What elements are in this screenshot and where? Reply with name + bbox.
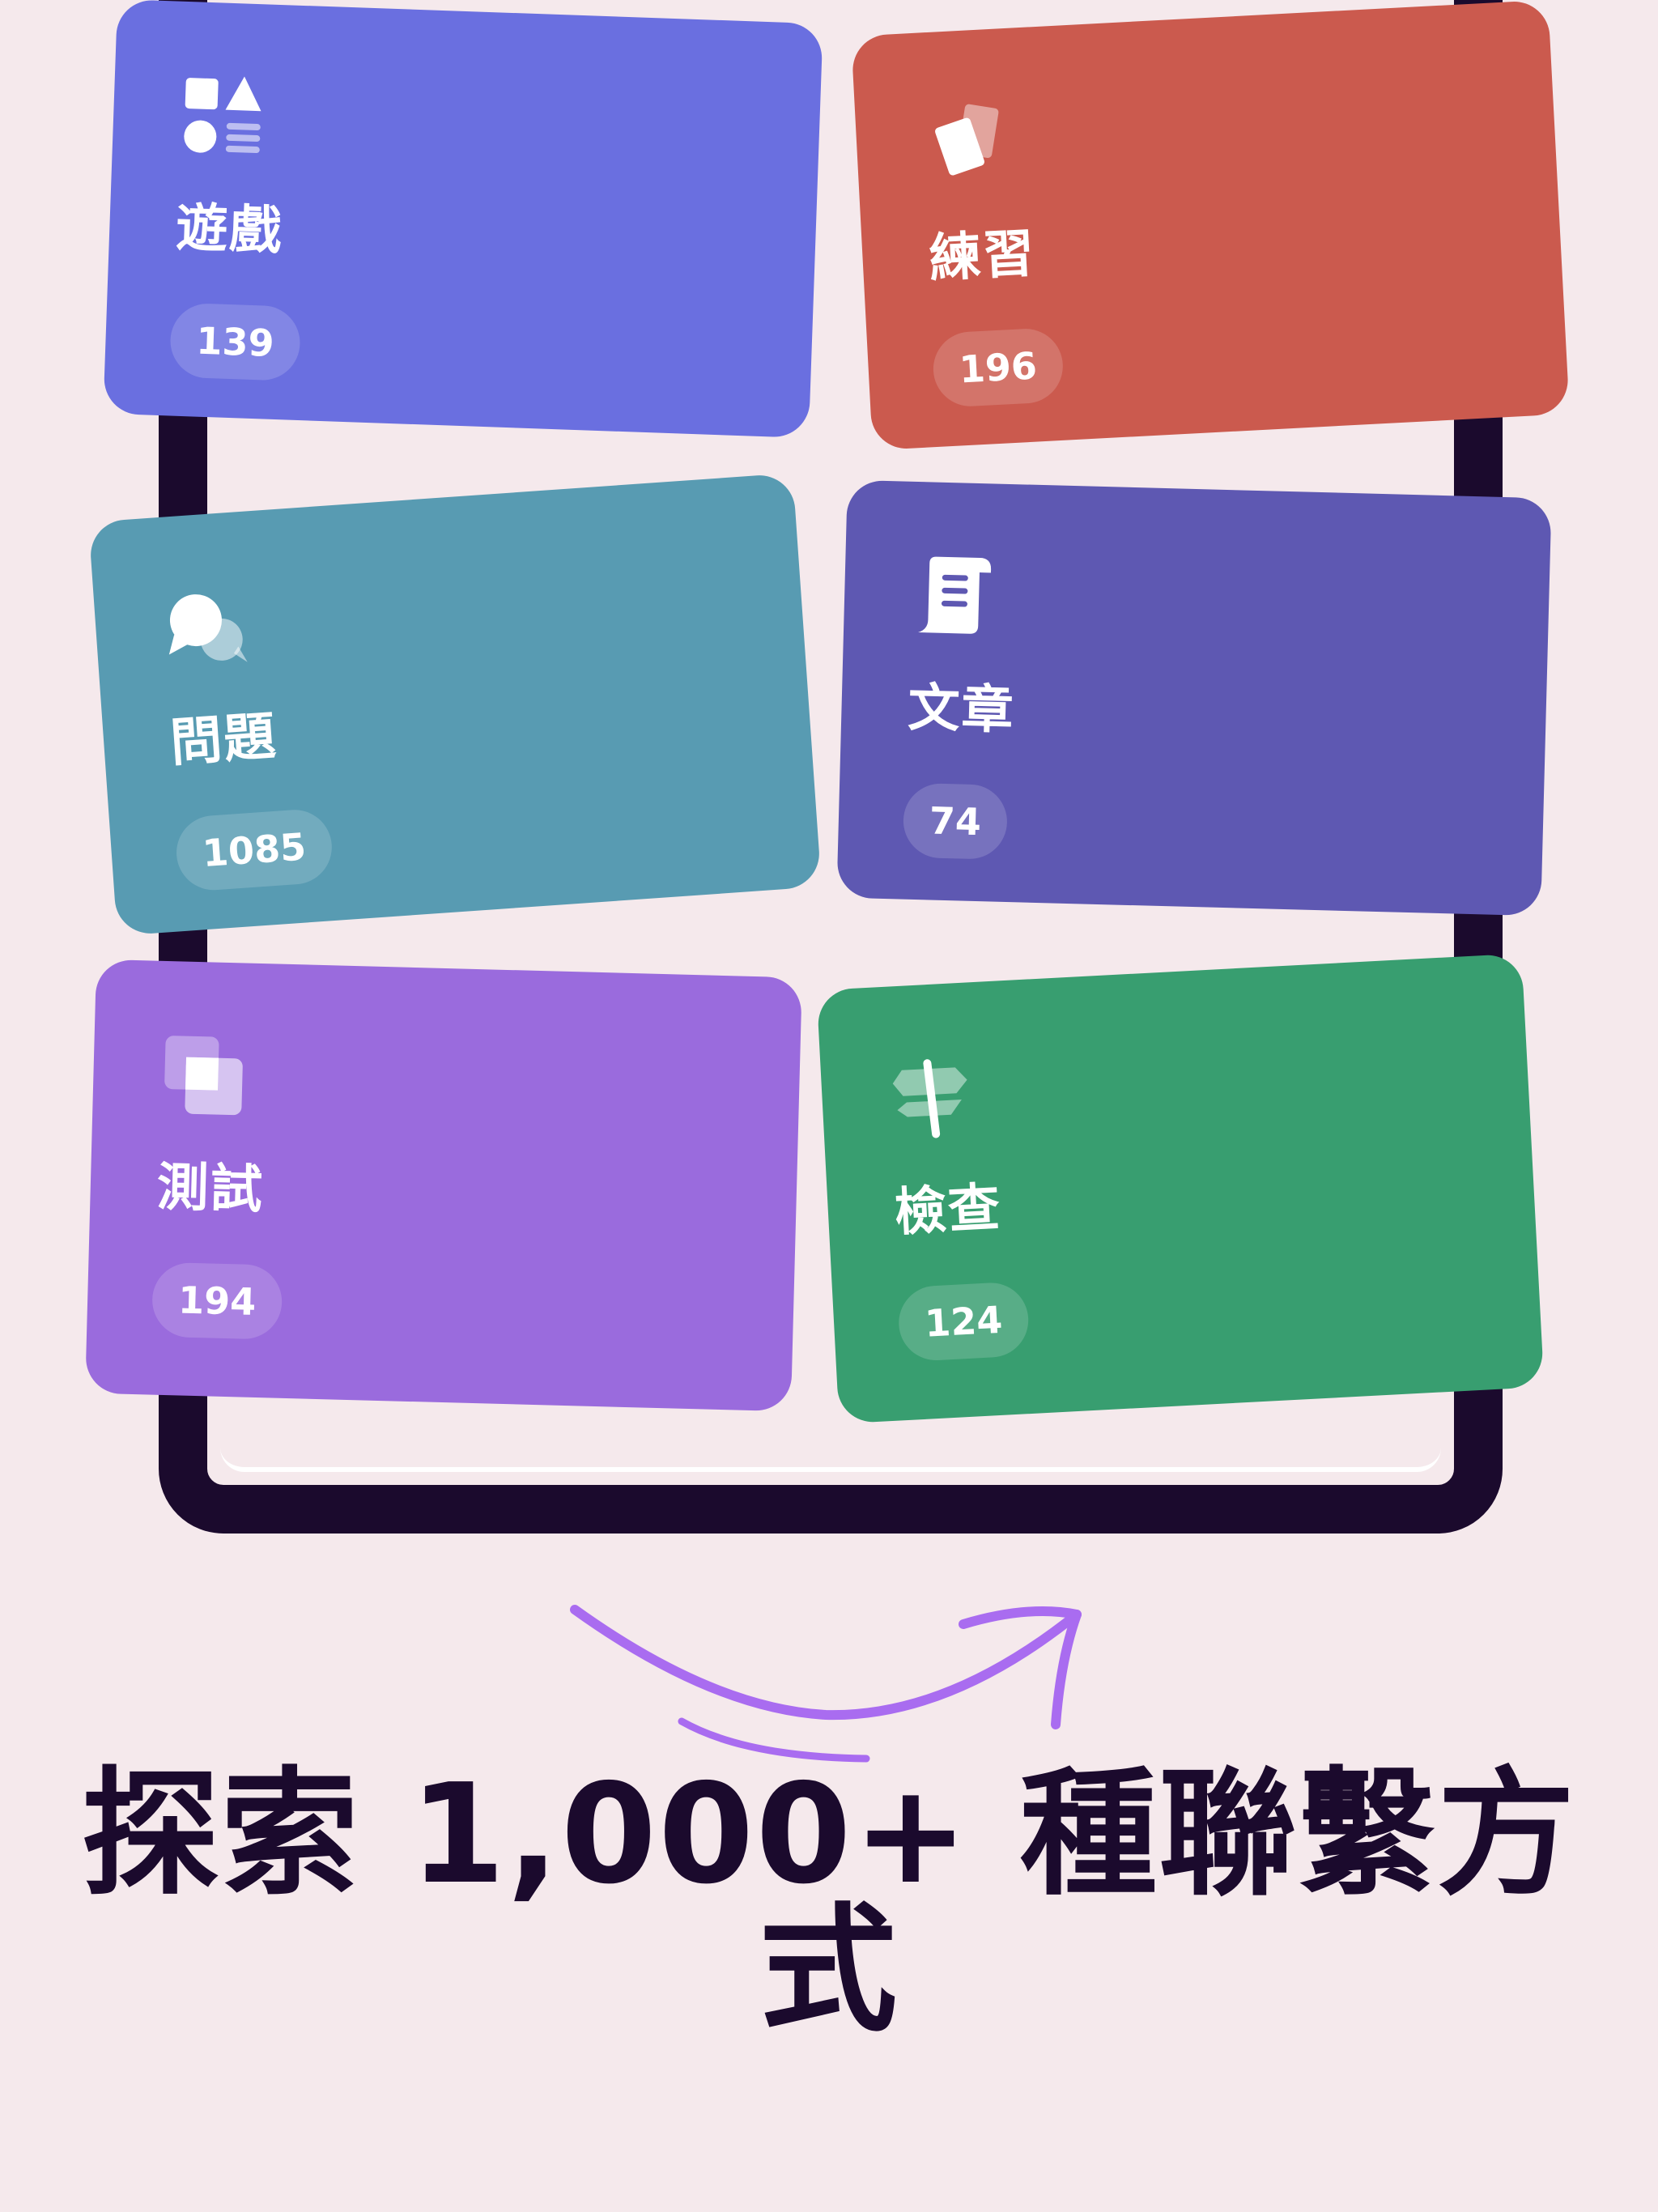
headline: 探索 1,000+ 種聯繫方式: [81, 1755, 1577, 2051]
category-card-articles[interactable]: 文章 74: [836, 479, 1552, 917]
card-title: 練習: [927, 223, 1038, 290]
tablet-screen-edge: [220, 1440, 1441, 1472]
card-title: 文章: [907, 678, 1016, 742]
category-card-questions[interactable]: 問題 1085: [88, 473, 822, 936]
count-badge: 139: [168, 302, 302, 382]
card-title: 檢查: [893, 1177, 1003, 1244]
count-badge: 74: [902, 782, 1009, 860]
signpost-icon: [892, 1059, 967, 1138]
category-card-games[interactable]: 遊戲 139: [103, 0, 823, 439]
category-card-practice[interactable]: 練習 196: [851, 0, 1570, 451]
layers-icon: [164, 1036, 243, 1116]
count-badge: 196: [931, 326, 1065, 409]
card-title: 遊戲: [175, 198, 284, 262]
flashcards-icon: [935, 104, 999, 176]
category-card-tests[interactable]: 測試 194: [85, 959, 802, 1412]
curved-arrow-icon: [570, 1605, 1082, 1763]
card-title: 測試: [155, 1157, 265, 1221]
scroll-icon: [918, 556, 992, 634]
category-card-checks[interactable]: 檢查 124: [816, 953, 1545, 1424]
count-badge: 194: [151, 1261, 283, 1340]
card-title: 問題: [168, 706, 279, 774]
chat-bubbles-icon: [168, 594, 248, 662]
count-badge: 124: [896, 1281, 1031, 1363]
count-badge: 1085: [173, 807, 334, 893]
shapes-icon: [184, 76, 261, 154]
